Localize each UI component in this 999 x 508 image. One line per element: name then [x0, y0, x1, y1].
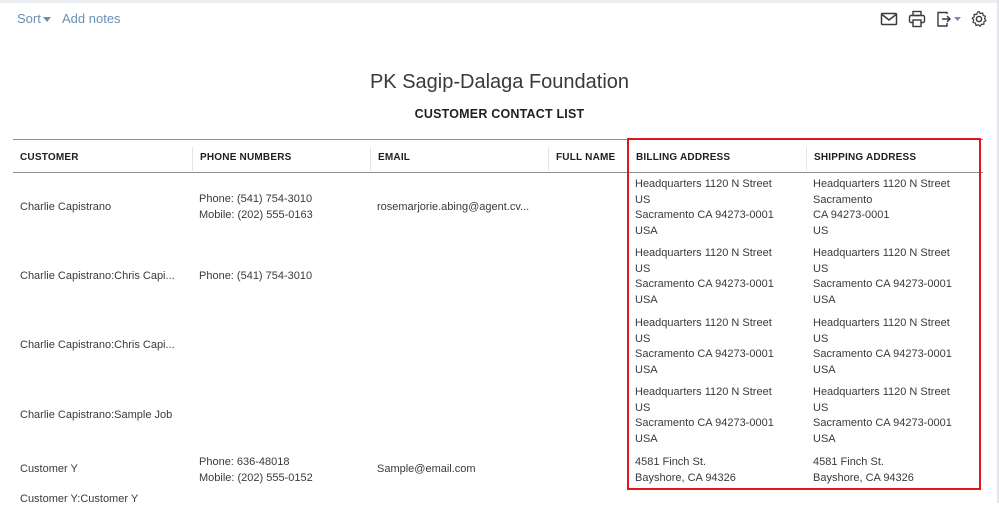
print-icon[interactable] — [908, 10, 928, 30]
sort-label: Sort — [17, 11, 41, 26]
phone-line: Phone: (541) 754-3010 — [199, 270, 313, 282]
sort-button[interactable]: Sort — [17, 11, 51, 26]
column-header-email[interactable]: EMAIL — [378, 152, 410, 163]
chevron-down-icon — [42, 17, 51, 23]
phone-line: Mobile: (202) 555-0152 — [199, 471, 313, 484]
phone-numbers: Phone: 636-48018 Mobile: (202) 555-0152 — [199, 455, 313, 486]
highlight-box — [627, 138, 981, 490]
phone-numbers: Phone: (541) 754-3010 Mobile: (202) 555-… — [199, 192, 313, 223]
phone-numbers: Phone: (541) 754-3010 — [199, 269, 312, 285]
column-header-customer[interactable]: CUSTOMER — [20, 152, 79, 163]
email: Sample@email.com — [377, 463, 476, 475]
column-header-full-name[interactable]: FULL NAME — [556, 152, 615, 163]
column-divider[interactable] — [548, 147, 549, 171]
customer-name[interactable]: Charlie Capistrano:Chris Capi... — [20, 269, 175, 285]
customer-name[interactable]: Customer Y — [20, 462, 78, 478]
export-icon[interactable] — [936, 10, 962, 30]
add-notes-button[interactable]: Add notes — [62, 11, 121, 26]
column-divider[interactable] — [192, 147, 193, 171]
column-header-phone[interactable]: PHONE NUMBERS — [200, 152, 292, 163]
customer-name[interactable]: Charlie Capistrano — [20, 200, 111, 216]
phone-line: Phone: (541) 754-3010 — [199, 193, 313, 205]
gear-icon[interactable] — [970, 10, 990, 30]
email: rosemarjorie.abing@agent.cv... — [377, 201, 530, 213]
customer-name[interactable]: Customer Y:Customer Y — [20, 492, 138, 508]
phone-line: Phone: 636-48018 — [199, 456, 290, 468]
report-toolbar: Sort Add notes — [0, 0, 999, 38]
phone-line: Mobile: (202) 555-0163 — [199, 208, 313, 221]
customer-name[interactable]: Charlie Capistrano:Chris Capi... — [20, 338, 175, 354]
report-title: CUSTOMER CONTACT LIST — [414, 107, 585, 121]
mail-icon[interactable] — [880, 10, 900, 30]
column-divider[interactable] — [370, 147, 371, 171]
table-row[interactable]: Customer Y:Customer Y — [13, 490, 983, 505]
company-name: PK Sagip-Dalaga Foundation — [369, 71, 630, 93]
customer-name[interactable]: Charlie Capistrano:Sample Job — [20, 408, 172, 424]
